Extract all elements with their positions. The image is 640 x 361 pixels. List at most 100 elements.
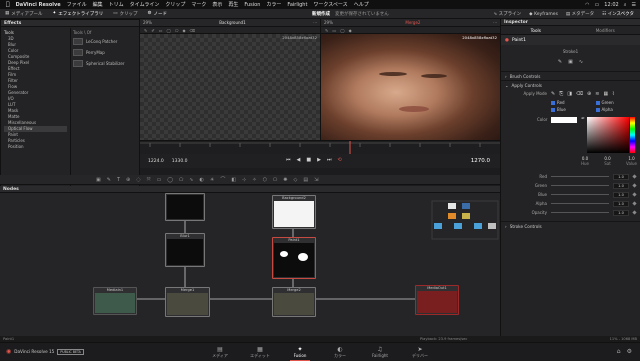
spline-button[interactable]: ∿ スプライン	[493, 11, 521, 17]
step-back-icon[interactable]: ◀	[297, 157, 301, 163]
menu-color[interactable]: カラー	[266, 1, 281, 8]
in-frame[interactable]: 1224.0	[148, 159, 164, 164]
node-merge2[interactable]: Merge2	[272, 287, 316, 317]
menu-help[interactable]: ヘルプ	[354, 1, 369, 8]
menu-edit[interactable]: 編集	[93, 1, 103, 8]
menu-playback[interactable]: 再生	[228, 1, 238, 8]
tool-camera-icon[interactable]: ⎔	[273, 177, 277, 183]
tool-render-icon[interactable]: ▤	[303, 177, 308, 183]
param-value[interactable]: 1.0	[613, 201, 629, 207]
tab-tools[interactable]: Tools	[501, 28, 571, 33]
menu-list-icon[interactable]: ☰	[632, 2, 636, 8]
tool-background-icon[interactable]: ▣	[96, 177, 101, 183]
menu-fusion[interactable]: Fusion	[244, 2, 260, 8]
tool-bspline-icon[interactable]: ∿	[189, 177, 193, 183]
brush-tab-icon[interactable]: ✎	[558, 59, 562, 65]
param-value[interactable]: 1.0	[613, 192, 629, 198]
menu-mark[interactable]: マーク	[191, 1, 206, 8]
menu-trim[interactable]: トリム	[109, 1, 124, 8]
param-slider[interactable]	[551, 212, 609, 213]
effect-item[interactable]: LeConq Patcher	[73, 36, 139, 47]
menu-timeline[interactable]: タイムライン	[130, 1, 160, 8]
clips-button[interactable]: ▭クリップ	[108, 11, 142, 17]
tool-polygon-icon[interactable]: ⬠	[179, 177, 183, 183]
checkbox-blue[interactable]: Blue	[551, 107, 596, 112]
nodes-button[interactable]: ⚙ノード	[143, 11, 173, 17]
apply-wire-icon[interactable]: ⌇	[612, 91, 614, 97]
hsv-hue[interactable]: 0.0Hue	[581, 156, 589, 166]
apply-smear-icon[interactable]: ≋	[595, 91, 599, 97]
left-viewer-canvas[interactable]: 2048x858xfloat32	[140, 34, 320, 140]
hsv-val[interactable]: 1.0Value	[626, 156, 637, 166]
brush-controls-section[interactable]: ›Brush Controls	[501, 71, 640, 80]
tool-mediaout-icon[interactable]: ⇲	[314, 177, 318, 183]
param-slider[interactable]	[551, 176, 609, 177]
paint-stroke-icon[interactable]: ✎	[144, 28, 147, 33]
go-to-end-icon[interactable]: ⏭	[327, 157, 332, 163]
stroke-controls-section[interactable]: ›Stroke Controls	[501, 221, 640, 230]
node-enable-icon[interactable]: ●	[505, 38, 509, 43]
checkbox-green[interactable]: Green	[596, 100, 640, 105]
param-value[interactable]: 1.0	[613, 210, 629, 216]
tool-mask-rect-icon[interactable]: ▭	[157, 177, 162, 183]
color-swatch[interactable]	[551, 117, 577, 123]
apply-erase-icon[interactable]: ⌫	[576, 91, 583, 97]
menu-fairlight[interactable]: Fairlight	[287, 2, 307, 8]
tool-tracker-icon[interactable]: ⊹	[242, 177, 246, 183]
page-media[interactable]: ▤メディア	[202, 346, 238, 359]
current-frame[interactable]: 1270.0	[471, 158, 490, 164]
viewer-options-icon[interactable]: ⋯	[493, 20, 497, 25]
apply-emboss-icon[interactable]: ◨	[567, 91, 572, 97]
node-minimap[interactable]	[432, 201, 498, 239]
checkbox-red[interactable]: Red	[551, 100, 596, 105]
tool-matte-icon[interactable]: ◧	[231, 177, 236, 183]
tool-merge-icon[interactable]: ⊕	[126, 177, 130, 183]
menu-workspace[interactable]: ワークスペース	[313, 1, 347, 8]
paint-fill-icon[interactable]: ◆	[182, 28, 185, 33]
home-icon[interactable]: ⌂	[617, 348, 621, 355]
keyframe-icon[interactable]	[632, 192, 636, 196]
node-mediain1[interactable]: MediaIn1	[93, 287, 137, 315]
app-menu[interactable]: DaVinci Resolve	[16, 2, 61, 8]
spotlight-icon[interactable]: ⌕	[624, 2, 627, 8]
tool-text-icon[interactable]: T	[117, 177, 120, 183]
stop-icon[interactable]: ■	[306, 157, 311, 163]
settings-icon[interactable]: ⚙	[627, 348, 632, 355]
loop-icon[interactable]: ⟲	[337, 157, 341, 163]
tool-brightness-icon[interactable]: ☀	[210, 177, 214, 183]
paint-rect-icon[interactable]: ▭	[159, 28, 163, 33]
paint-fill-icon[interactable]: ◆	[349, 28, 352, 33]
paint-poly-icon[interactable]: ⬠	[175, 28, 178, 33]
paint-circle-icon[interactable]: ◯	[340, 28, 344, 33]
apply-stamp-icon[interactable]: ▦	[603, 91, 608, 97]
media-pool-button[interactable]: ▦メディアプール	[0, 11, 47, 17]
tool-paint-icon[interactable]: ✎	[107, 177, 111, 183]
node-background2[interactable]: Background2	[272, 195, 316, 229]
node-mediaout1[interactable]: MediaOut1	[415, 285, 459, 315]
go-to-start-icon[interactable]: ⏮	[286, 157, 291, 163]
paint-eraser-icon[interactable]: ⌫	[190, 28, 196, 33]
settings-tab-icon[interactable]: ▣	[568, 59, 573, 65]
node-merge1[interactable]: Merge1	[165, 287, 210, 317]
battery-icon[interactable]: ▭	[595, 2, 600, 8]
wifi-icon[interactable]: ◠	[585, 2, 589, 8]
keyframe-icon[interactable]	[632, 174, 636, 178]
menu-view[interactable]: 表示	[212, 1, 222, 8]
page-edit[interactable]: ▦エディット	[242, 346, 278, 359]
effects-library-button[interactable]: ✦エフェクトライブラリ	[47, 11, 108, 17]
metadata-button[interactable]: ▤ メタデータ	[566, 11, 594, 17]
node-paint1[interactable]: Paint1	[272, 237, 316, 279]
param-slider[interactable]	[551, 185, 609, 186]
left-viewer-zoom[interactable]: 29%	[143, 20, 152, 25]
tool-transform-icon[interactable]: ⤧	[147, 177, 151, 183]
tab-modifiers[interactable]: Modifiers	[571, 28, 640, 33]
hsv-sat[interactable]: 0.0Sat	[604, 156, 611, 166]
page-color[interactable]: ◐カラー	[322, 346, 358, 359]
menu-file[interactable]: ファイル	[67, 1, 87, 8]
viewer-options-icon[interactable]: ⋯	[313, 20, 317, 25]
node-blur1[interactable]: Blur1	[165, 233, 205, 267]
page-deliver[interactable]: ➤デリバー	[402, 346, 438, 359]
paint-rect-icon[interactable]: ▭	[332, 28, 336, 33]
checkbox-alpha[interactable]: Alpha	[596, 107, 640, 112]
tool-3d-icon[interactable]: ⬡	[263, 177, 267, 183]
